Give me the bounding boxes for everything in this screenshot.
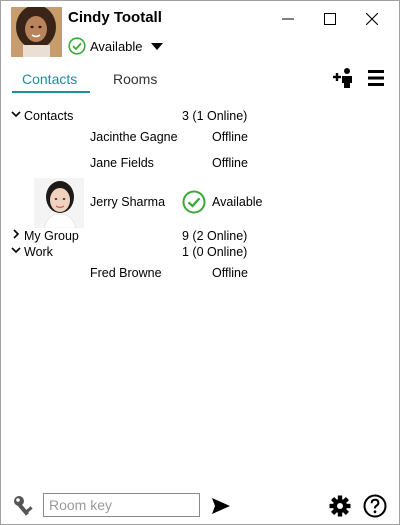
contact-status: Offline: [212, 156, 248, 170]
minimize-button[interactable]: [278, 9, 298, 29]
status-selector[interactable]: Available: [68, 37, 163, 55]
key-icon[interactable]: [12, 494, 38, 518]
chat-window: Cindy Tootall Available Contacts Rooms C…: [0, 0, 400, 525]
group-name-my-group[interactable]: My Group: [24, 229, 79, 243]
chevron-right-icon[interactable]: [11, 229, 21, 242]
group-count-contacts: 3 (1 Online): [182, 109, 248, 123]
add-contact-icon[interactable]: [332, 67, 354, 89]
menu-icon[interactable]: [365, 67, 387, 89]
contact-status: Offline: [212, 266, 248, 280]
status-label: Available: [90, 38, 143, 54]
room-key-input[interactable]: [43, 493, 200, 517]
user-name: Cindy Tootall: [68, 9, 162, 26]
check-icon: [182, 190, 206, 214]
contact-status: Offline: [212, 130, 248, 144]
close-button[interactable]: [362, 9, 382, 29]
contact-name[interactable]: Jane Fields: [90, 156, 154, 170]
chevron-down-icon[interactable]: [11, 245, 21, 258]
chevron-down-icon[interactable]: [11, 109, 21, 122]
group-count-my-group: 9 (2 Online): [182, 229, 248, 243]
group-name-work[interactable]: Work: [24, 245, 53, 259]
active-tab-indicator: [12, 91, 90, 93]
send-icon[interactable]: [210, 495, 232, 517]
contact-name[interactable]: Fred Browne: [90, 266, 162, 280]
maximize-button[interactable]: [320, 9, 340, 29]
user-avatar[interactable]: [11, 7, 62, 57]
help-icon[interactable]: [362, 493, 388, 519]
contact-avatar[interactable]: [34, 178, 84, 228]
tab-rooms[interactable]: Rooms: [113, 71, 157, 87]
chevron-down-icon[interactable]: [150, 42, 163, 50]
group-count-work: 1 (0 Online): [182, 245, 248, 259]
group-name-contacts[interactable]: Contacts: [24, 109, 73, 123]
gear-icon[interactable]: [328, 494, 352, 518]
check-icon: [68, 37, 86, 55]
contact-status: Available: [212, 195, 263, 209]
tab-contacts[interactable]: Contacts: [22, 71, 77, 87]
contact-name[interactable]: Jerry Sharma: [90, 195, 165, 209]
contact-name[interactable]: Jacinthe Gagne: [90, 130, 178, 144]
